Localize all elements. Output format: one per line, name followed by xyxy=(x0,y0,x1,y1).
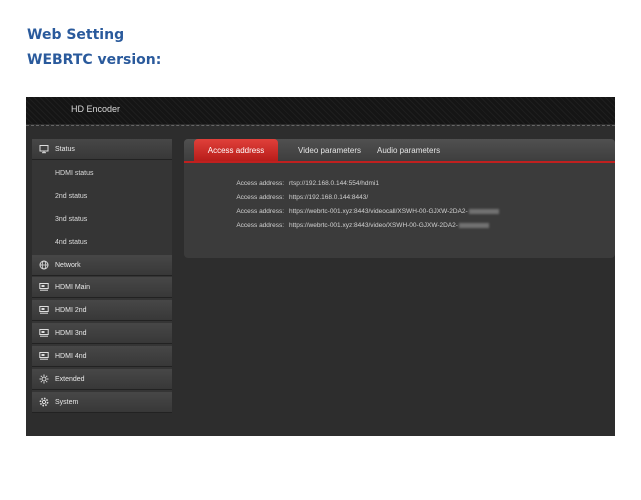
access-address-label: Access address: xyxy=(236,194,284,201)
sidebar-item-hdmi-4nd[interactable]: HDMI 4nd xyxy=(32,346,172,367)
tab-bar: Access address Video parameters Audio pa… xyxy=(184,139,615,163)
sidebar-item-status[interactable]: Status xyxy=(32,139,172,160)
extend-gear-icon xyxy=(39,374,49,384)
access-address-text: https://webrtc-001.xyz:8443/video/XSWH-0… xyxy=(289,222,458,229)
tab-audio-parameters[interactable]: Audio parameters xyxy=(377,139,440,161)
sidebar-item-label: Extended xyxy=(55,375,85,383)
sidebar-item-hdmi-status[interactable]: HDMI status xyxy=(32,163,172,184)
tab-video-parameters[interactable]: Video parameters xyxy=(298,139,361,161)
sidebar-item-label: HDMI status xyxy=(55,170,94,177)
sidebar-item-label: Network xyxy=(55,261,81,269)
access-address-row: Access address: rtsp://192.168.0.144:554… xyxy=(184,180,615,192)
sidebar: Status HDMI status 2nd status 3nd status… xyxy=(32,139,172,413)
redacted-mask xyxy=(458,222,489,228)
access-address-row: Access address: https://192.168.0.144:84… xyxy=(184,194,615,206)
access-address-row: Access address: https://webrtc-001.xyz:8… xyxy=(184,222,615,234)
access-address-text: https://webrtc-001.xyz:8443/videocall/XS… xyxy=(289,208,468,215)
header-divider xyxy=(26,125,615,126)
sidebar-item-label: 3nd status xyxy=(55,216,88,223)
document-subheading: WEBRTC version: xyxy=(27,52,162,68)
sidebar-item-label: System xyxy=(55,398,79,406)
globe-icon xyxy=(39,260,49,270)
access-address-label: Access address: xyxy=(236,208,284,215)
sidebar-item-hdmi-main[interactable]: HDMI Main xyxy=(32,277,172,298)
video-card-icon xyxy=(39,305,49,315)
access-address-value: rtsp://192.168.0.144:554/hdmi1 xyxy=(289,180,379,187)
sidebar-item-3nd-status[interactable]: 3nd status xyxy=(32,209,172,230)
sidebar-item-label: Status xyxy=(55,145,75,153)
access-address-value: https://webrtc-001.xyz:8443/videocall/XS… xyxy=(289,208,499,215)
video-card-icon xyxy=(39,282,49,292)
title-bar: HD Encoder xyxy=(26,97,615,124)
access-address-label: Access address: xyxy=(236,180,284,187)
access-address-value: https://webrtc-001.xyz:8443/video/XSWH-0… xyxy=(289,222,489,229)
sidebar-item-label: HDMI Main xyxy=(55,283,91,291)
sidebar-item-system[interactable]: System xyxy=(32,392,172,413)
sidebar-item-network[interactable]: Network xyxy=(32,255,172,276)
content-panel: Access address Video parameters Audio pa… xyxy=(184,139,615,258)
sidebar-item-hdmi-2nd[interactable]: HDMI 2nd xyxy=(32,300,172,321)
sidebar-item-label: HDMI 4nd xyxy=(55,352,87,360)
sidebar-item-hdmi-3nd[interactable]: HDMI 3nd xyxy=(32,323,172,344)
tab-access-address[interactable]: Access address xyxy=(194,139,278,161)
encoder-web-ui: HD Encoder Status HDMI status 2nd status… xyxy=(26,97,615,436)
sidebar-item-extended[interactable]: Extended xyxy=(32,369,172,390)
document-heading: Web Setting xyxy=(27,27,125,43)
redacted-mask xyxy=(468,208,499,214)
sidebar-item-label: HDMI 3nd xyxy=(55,329,87,337)
sidebar-item-label: 4nd status xyxy=(55,239,88,246)
sidebar-item-2nd-status[interactable]: 2nd status xyxy=(32,186,172,207)
gear-icon xyxy=(39,397,49,407)
sidebar-item-label: 2nd status xyxy=(55,193,88,200)
app-title: HD Encoder xyxy=(71,104,121,114)
access-address-row: Access address: https://webrtc-001.xyz:8… xyxy=(184,208,615,220)
sidebar-item-4nd-status[interactable]: 4nd status xyxy=(32,232,172,253)
access-address-label: Access address: xyxy=(236,222,284,229)
video-card-icon xyxy=(39,328,49,338)
monitor-icon xyxy=(39,144,49,154)
video-card-icon xyxy=(39,351,49,361)
access-address-value: https://192.168.0.144:8443/ xyxy=(289,194,369,201)
sidebar-item-label: HDMI 2nd xyxy=(55,306,87,314)
